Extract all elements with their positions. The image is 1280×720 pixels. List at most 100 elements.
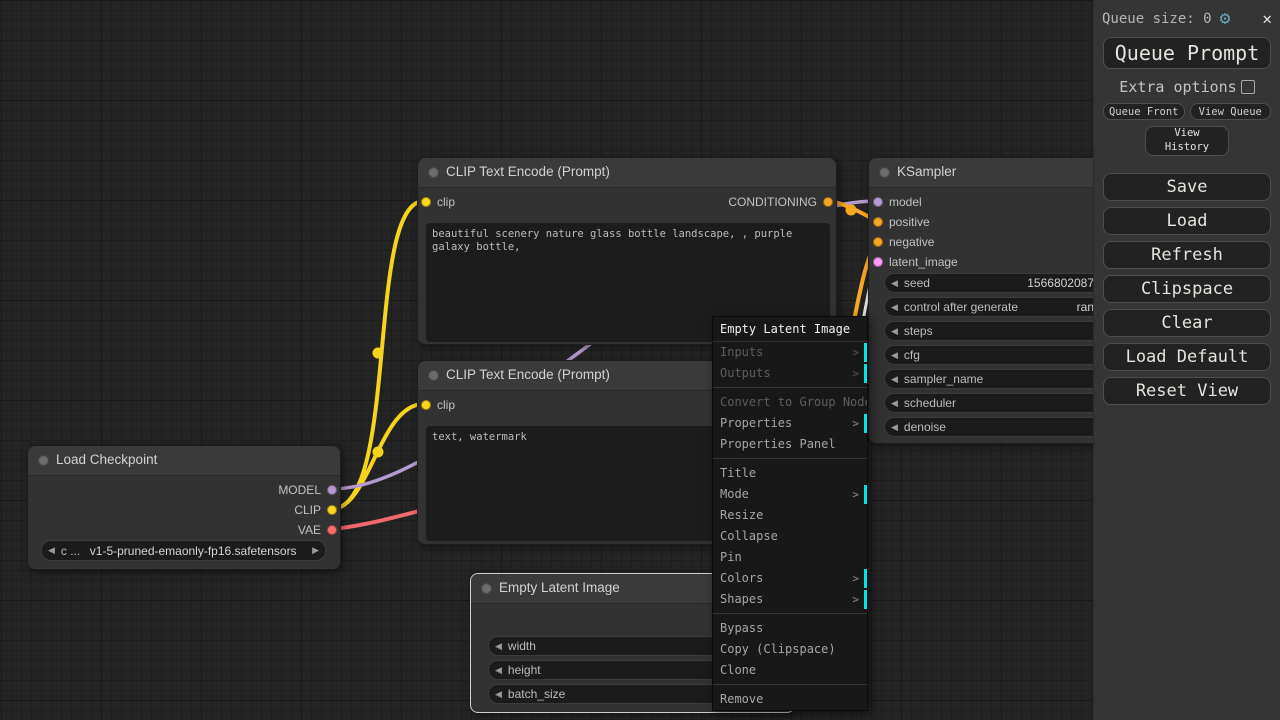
- menu-item-collapse[interactable]: Collapse: [713, 526, 867, 547]
- collapse-dot[interactable]: [879, 167, 890, 178]
- view-history-button[interactable]: View History: [1145, 126, 1229, 156]
- node-title: CLIP Text Encode (Prompt): [446, 367, 610, 382]
- submenu-arrow-icon: >: [852, 342, 859, 363]
- clipspace-button[interactable]: Clipspace: [1103, 275, 1271, 303]
- node-header[interactable]: KSampler: [869, 158, 1107, 188]
- submenu-arrow-icon: >: [852, 589, 859, 610]
- comfy-menu-panel: Queue size: 0 ⚙ ✕ Queue Prompt Extra opt…: [1093, 0, 1280, 720]
- menu-item-shapes[interactable]: Shapes>: [713, 589, 867, 610]
- decrement-arrow-icon[interactable]: ◀: [489, 665, 508, 676]
- decrement-arrow-icon[interactable]: ◀: [489, 689, 508, 700]
- menu-item-resize[interactable]: Resize: [713, 505, 867, 526]
- wire-midpoint-dot: [373, 348, 384, 359]
- menu-item-convert-to-group-node[interactable]: Convert to Group Node: [713, 392, 867, 413]
- menu-item-properties-panel[interactable]: Properties Panel: [713, 434, 867, 455]
- comfyui-canvas[interactable]: CLIP Text Encode (Prompt) clip CONDITION…: [0, 0, 1280, 720]
- widget-denoise[interactable]: ◀ denoise: [884, 417, 1109, 437]
- view-history-line2: History: [1165, 141, 1209, 155]
- input-port-model[interactable]: [873, 197, 883, 207]
- menu-item-properties[interactable]: Properties>: [713, 413, 867, 434]
- input-label-model: model: [889, 195, 922, 209]
- menu-item-copy-clipspace[interactable]: Copy (Clipspace): [713, 639, 867, 660]
- node-title: Empty Latent Image: [499, 580, 620, 595]
- widget-label: batch_size: [508, 687, 565, 701]
- menu-item-title[interactable]: Title: [713, 463, 867, 484]
- node-title: KSampler: [897, 164, 956, 179]
- refresh-button[interactable]: Refresh: [1103, 241, 1271, 269]
- decrement-arrow-icon[interactable]: ◀: [885, 374, 904, 385]
- decrement-arrow-icon[interactable]: ◀: [885, 398, 904, 409]
- queue-size-row: Queue size: 0 ⚙ ✕: [1094, 0, 1280, 33]
- submenu-indicator: [864, 569, 867, 588]
- menu-item-clone[interactable]: Clone: [713, 660, 867, 681]
- menu-item-bypass[interactable]: Bypass: [713, 618, 867, 639]
- decrement-arrow-icon[interactable]: ◀: [885, 422, 904, 433]
- extra-options-checkbox[interactable]: [1241, 80, 1255, 94]
- decrement-arrow-icon[interactable]: ◀: [489, 641, 508, 652]
- widget-scheduler[interactable]: ◀ scheduler: [884, 393, 1109, 413]
- decrement-arrow-icon[interactable]: ◀: [885, 302, 904, 313]
- decrement-arrow-icon[interactable]: ◀: [42, 545, 61, 556]
- save-button[interactable]: Save: [1103, 173, 1271, 201]
- widget-label: control after generate: [904, 300, 1018, 314]
- output-port-model[interactable]: [327, 485, 337, 495]
- view-queue-button[interactable]: View Queue: [1190, 103, 1272, 120]
- input-port-positive[interactable]: [873, 217, 883, 227]
- input-port-clip[interactable]: [421, 400, 431, 410]
- widget-seed[interactable]: ◀ seed 1566802087: [884, 273, 1109, 293]
- collapse-dot[interactable]: [38, 455, 49, 466]
- input-port-clip[interactable]: [421, 197, 431, 207]
- menu-item-outputs[interactable]: Outputs>: [713, 363, 867, 384]
- submenu-arrow-icon: >: [852, 568, 859, 589]
- decrement-arrow-icon[interactable]: ◀: [885, 278, 904, 289]
- widget-cfg[interactable]: ◀ cfg: [884, 345, 1109, 365]
- collapse-dot[interactable]: [481, 583, 492, 594]
- widget-label: steps: [904, 324, 933, 338]
- output-port-vae[interactable]: [327, 525, 337, 535]
- extra-options-label: Extra options: [1119, 78, 1236, 96]
- decrement-arrow-icon[interactable]: ◀: [885, 326, 904, 337]
- menu-item-pin[interactable]: Pin: [713, 547, 867, 568]
- output-port-clip[interactable]: [327, 505, 337, 515]
- output-label-vae: VAE: [298, 523, 321, 537]
- wire-midpoint-dot: [846, 205, 857, 216]
- load-button[interactable]: Load: [1103, 207, 1271, 235]
- increment-arrow-icon[interactable]: ▶: [306, 545, 325, 556]
- decrement-arrow-icon[interactable]: ◀: [885, 350, 904, 361]
- node-header[interactable]: Load Checkpoint: [28, 446, 340, 476]
- queue-size-label: Queue size: 0: [1102, 11, 1212, 27]
- input-port-negative[interactable]: [873, 237, 883, 247]
- node-load-checkpoint[interactable]: Load Checkpoint MODEL CLIP VAE ◀ c ... v…: [27, 445, 341, 570]
- queue-prompt-button[interactable]: Queue Prompt: [1103, 37, 1271, 69]
- queue-front-button[interactable]: Queue Front: [1103, 103, 1185, 120]
- widget-sampler-name[interactable]: ◀ sampler_name: [884, 369, 1109, 389]
- close-icon[interactable]: ✕: [1262, 9, 1272, 28]
- output-label-model: MODEL: [278, 483, 321, 497]
- node-context-menu: Empty Latent Image Inputs> Outputs> Conv…: [712, 316, 868, 711]
- widget-value: v1-5-pruned-emaonly-fp16.safetensors: [80, 544, 306, 558]
- widget-value: 1566802087: [930, 276, 1108, 290]
- menu-item-colors[interactable]: Colors>: [713, 568, 867, 589]
- submenu-arrow-icon: >: [852, 363, 859, 384]
- menu-item-inputs[interactable]: Inputs>: [713, 342, 867, 363]
- widget-label: denoise: [904, 420, 946, 434]
- load-default-button[interactable]: Load Default: [1103, 343, 1271, 371]
- collapse-dot[interactable]: [428, 370, 439, 381]
- widget-label: c ...: [61, 544, 80, 558]
- reset-view-button[interactable]: Reset View: [1103, 377, 1271, 405]
- widget-label: sampler_name: [904, 372, 983, 386]
- widget-label: height: [508, 663, 541, 677]
- menu-item-remove[interactable]: Remove: [713, 689, 867, 710]
- widget-ckpt-name[interactable]: ◀ c ... v1-5-pruned-emaonly-fp16.safeten…: [41, 540, 326, 561]
- settings-gear-icon[interactable]: ⚙: [1220, 8, 1231, 29]
- clear-button[interactable]: Clear: [1103, 309, 1271, 337]
- output-port-conditioning[interactable]: [823, 197, 833, 207]
- widget-control-after-generate[interactable]: ◀ control after generate ran: [884, 297, 1109, 317]
- node-header[interactable]: CLIP Text Encode (Prompt): [418, 158, 836, 188]
- input-port-latent-image[interactable]: [873, 257, 883, 267]
- widget-label: cfg: [904, 348, 920, 362]
- collapse-dot[interactable]: [428, 167, 439, 178]
- menu-item-mode[interactable]: Mode>: [713, 484, 867, 505]
- node-ksampler[interactable]: KSampler model positive negative latent_…: [868, 157, 1108, 444]
- widget-steps[interactable]: ◀ steps: [884, 321, 1109, 341]
